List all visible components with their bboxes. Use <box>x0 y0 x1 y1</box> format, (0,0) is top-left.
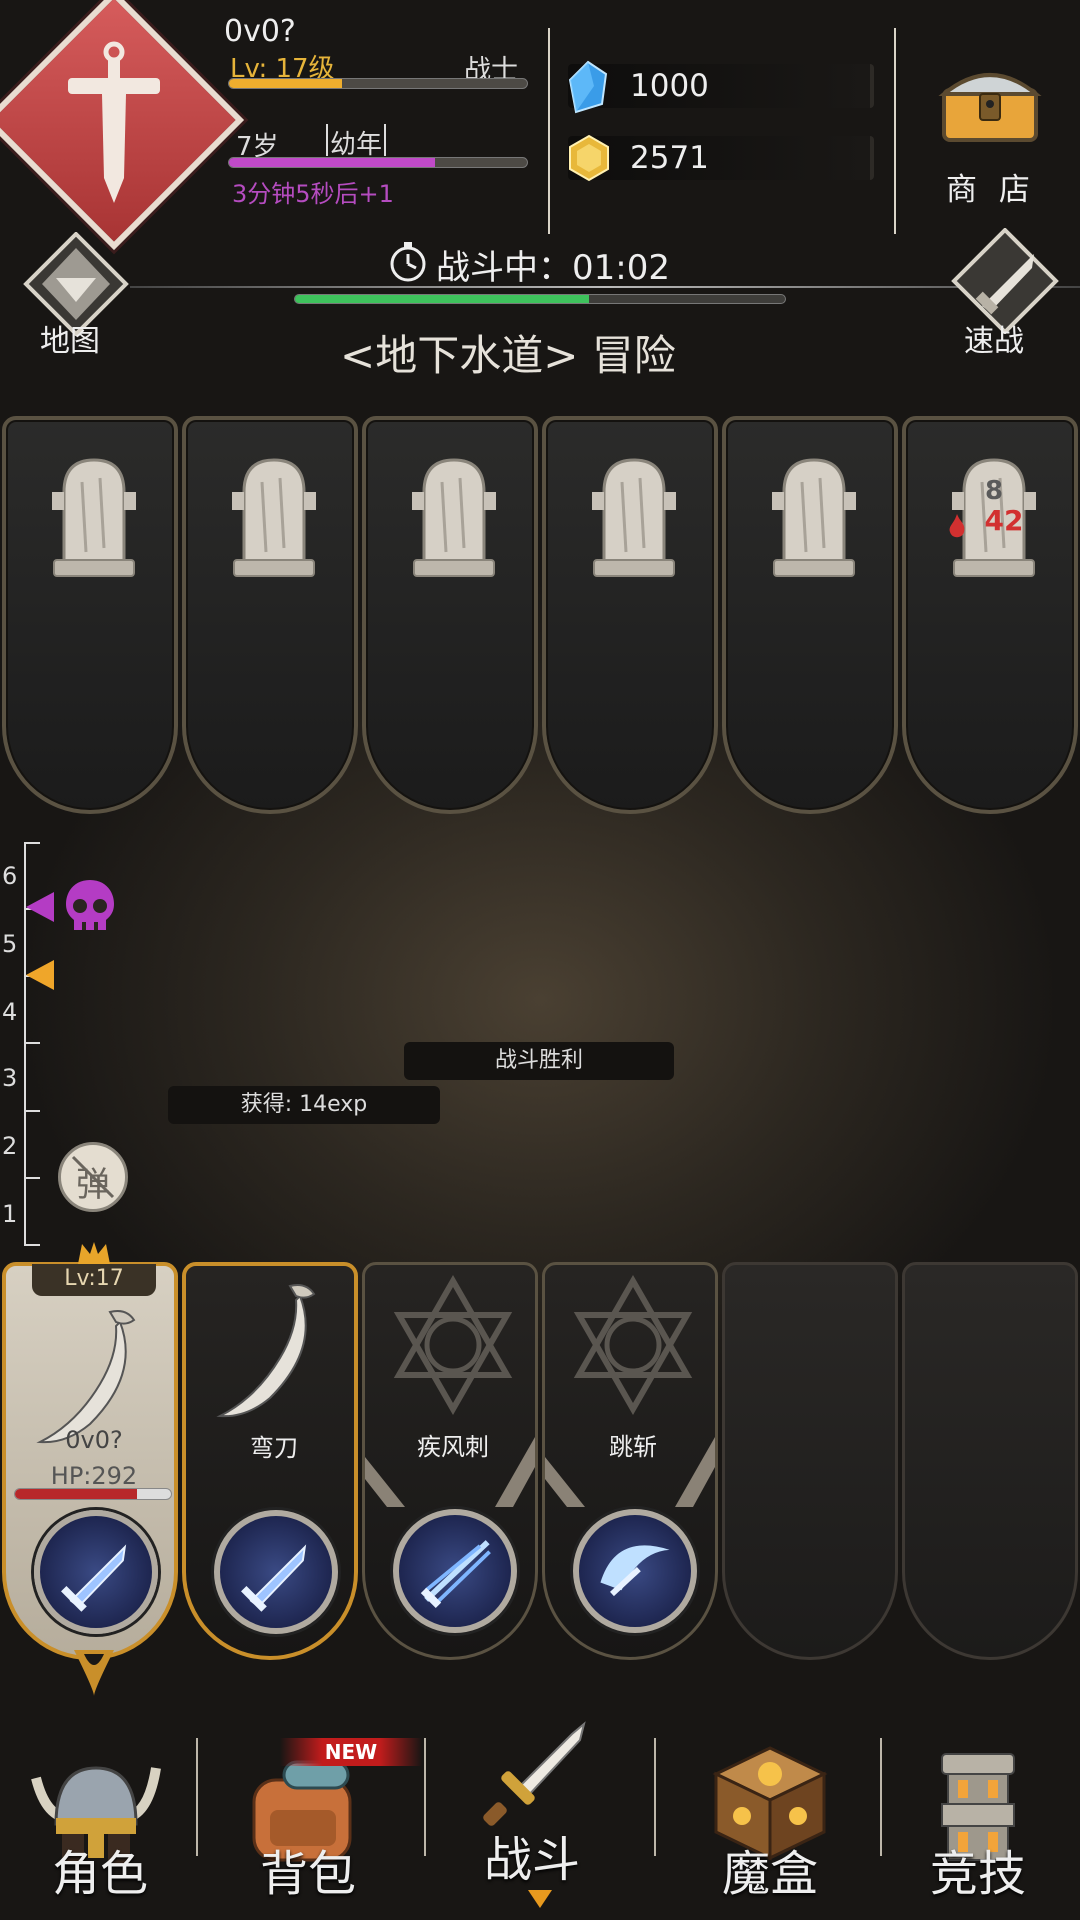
gold-count: 2571 <box>630 140 709 176</box>
tombstone-icon <box>232 458 316 577</box>
header-divider <box>894 28 896 234</box>
party-card-skill[interactable]: 跳斩 <box>542 1262 718 1660</box>
enemy-slot-2[interactable] <box>182 416 358 814</box>
enemy-slot-4[interactable] <box>542 416 718 814</box>
skill-button[interactable] <box>34 1510 158 1634</box>
nav-role[interactable]: 角色 <box>0 1736 200 1920</box>
ladder-tick <box>26 1110 40 1112</box>
skill-button[interactable] <box>573 1509 697 1633</box>
active-tab-arrow-icon <box>528 1890 552 1908</box>
nav-battle[interactable]: 战斗 <box>428 1720 650 1920</box>
gem-count: 1000 <box>630 68 709 104</box>
card-name: 疾风刺 <box>417 1433 489 1461</box>
player-turn-marker-icon <box>26 960 54 990</box>
crown-icon <box>78 1242 110 1264</box>
nav-divider <box>654 1738 656 1856</box>
nav-magic-box[interactable]: 魔盒 <box>658 1736 878 1920</box>
slash-arc-icon <box>600 1545 670 1597</box>
victory-message: 战斗胜利 <box>404 1042 674 1080</box>
enemy-level-top: 8 <box>984 476 1004 506</box>
tombstone-icon <box>772 458 856 577</box>
skill-button[interactable] <box>214 1510 338 1634</box>
ladder-tick <box>26 1177 40 1179</box>
card-name: 弯刀 <box>250 1434 298 1462</box>
enemy-slot-3[interactable] <box>362 416 538 814</box>
card-name: 0v0? <box>65 1426 123 1454</box>
nav-role-label: 角色 <box>51 1846 148 1902</box>
exp-bar <box>228 78 528 89</box>
ladder-tick <box>26 1244 40 1246</box>
nav-divider <box>424 1738 426 1856</box>
shop-label[interactable]: 商 店 <box>946 164 1036 209</box>
map-label[interactable]: 地图 <box>40 316 100 360</box>
battle-progress-bar <box>294 294 786 304</box>
exp-gain-message: 获得: 14exp <box>168 1086 440 1124</box>
party-card-skill[interactable]: 疾风刺 <box>362 1262 538 1660</box>
nav-arena-label: 竞技 <box>929 1846 1026 1902</box>
selected-card-pointer-icon <box>74 1650 114 1696</box>
hero-level-banner: Lv:17 <box>32 1264 156 1296</box>
age-timer: 3分钟5秒后+1 <box>232 180 394 208</box>
sword-icon <box>483 1721 586 1826</box>
scimitar-icon <box>216 1284 316 1418</box>
stage-title: <地下水道> 冒险 <box>340 331 676 380</box>
nav-arena[interactable]: 竞技 <box>884 1736 1080 1920</box>
fire-icon <box>949 514 965 538</box>
sword-icon <box>61 1544 127 1612</box>
header-divider <box>548 28 550 234</box>
gold-counter: 2571 <box>568 136 874 180</box>
hexagram-emblem-icon <box>573 1275 693 1415</box>
ladder-tick-label: 2 <box>2 1132 18 1160</box>
stopwatch-icon <box>390 242 426 282</box>
new-badge: NEW <box>280 1738 422 1766</box>
nav-bag[interactable]: NEW 背包 <box>204 1736 422 1920</box>
ladder-tick <box>26 842 40 844</box>
triple-thrust-icon <box>420 1540 491 1609</box>
age-bar <box>228 157 528 168</box>
ladder-tick-label: 1 <box>2 1200 18 1228</box>
enemy-slot-5[interactable] <box>722 416 898 814</box>
ladder-tick-label: 3 <box>2 1064 18 1092</box>
hero-hp-bar <box>14 1488 172 1500</box>
card-name: 跳斩 <box>609 1433 657 1461</box>
tombstone-icon <box>412 458 496 577</box>
skill-button[interactable] <box>393 1509 517 1633</box>
ladder-tick-label: 4 <box>2 998 18 1026</box>
tombstone-icon <box>592 458 676 577</box>
age-stage: 幼年 <box>326 124 387 160</box>
battle-status: 战斗中：01:02 <box>436 248 670 288</box>
class-sword-icon <box>68 41 160 203</box>
empty-party-slot[interactable] <box>902 1262 1078 1660</box>
ladder-tick-label: 5 <box>2 930 18 958</box>
nav-bag-label: 背包 <box>259 1846 356 1902</box>
nav-battle-label: 战斗 <box>483 1832 580 1888</box>
enemy-slot-6[interactable]: 8 42 <box>902 416 1078 814</box>
party-card-weapon[interactable]: 弯刀 <box>182 1262 358 1660</box>
tombstone-icon <box>52 458 136 577</box>
treasure-chest-icon[interactable] <box>938 60 1042 146</box>
enemy-level-bottom: 42 <box>984 504 1024 537</box>
ladder-tick <box>26 1042 40 1044</box>
hexagram-emblem-icon <box>393 1275 513 1415</box>
disabled-slash-icon <box>71 1155 115 1199</box>
gem-counter: 1000 <box>568 64 874 108</box>
empty-party-slot[interactable] <box>722 1262 898 1660</box>
nav-magic-box-label: 魔盒 <box>721 1846 818 1902</box>
hero-hp-text: HP:292 <box>50 1462 138 1490</box>
bullet-toggle-button[interactable]: 弹 <box>58 1142 128 1212</box>
quick-battle-label[interactable]: 速战 <box>964 316 1024 360</box>
enemy-slot-1[interactable] <box>2 416 178 814</box>
sword-icon <box>241 1544 307 1612</box>
skull-icon <box>66 880 114 930</box>
enemy-turn-marker-icon <box>26 892 54 922</box>
ladder-tick-label: 6 <box>2 862 18 890</box>
gold-coin-icon <box>569 134 609 182</box>
gem-icon <box>568 60 608 114</box>
player-name: 0v0? <box>224 14 296 49</box>
party-card-hero[interactable]: Lv:17 0v0? HP:292 <box>2 1242 178 1696</box>
